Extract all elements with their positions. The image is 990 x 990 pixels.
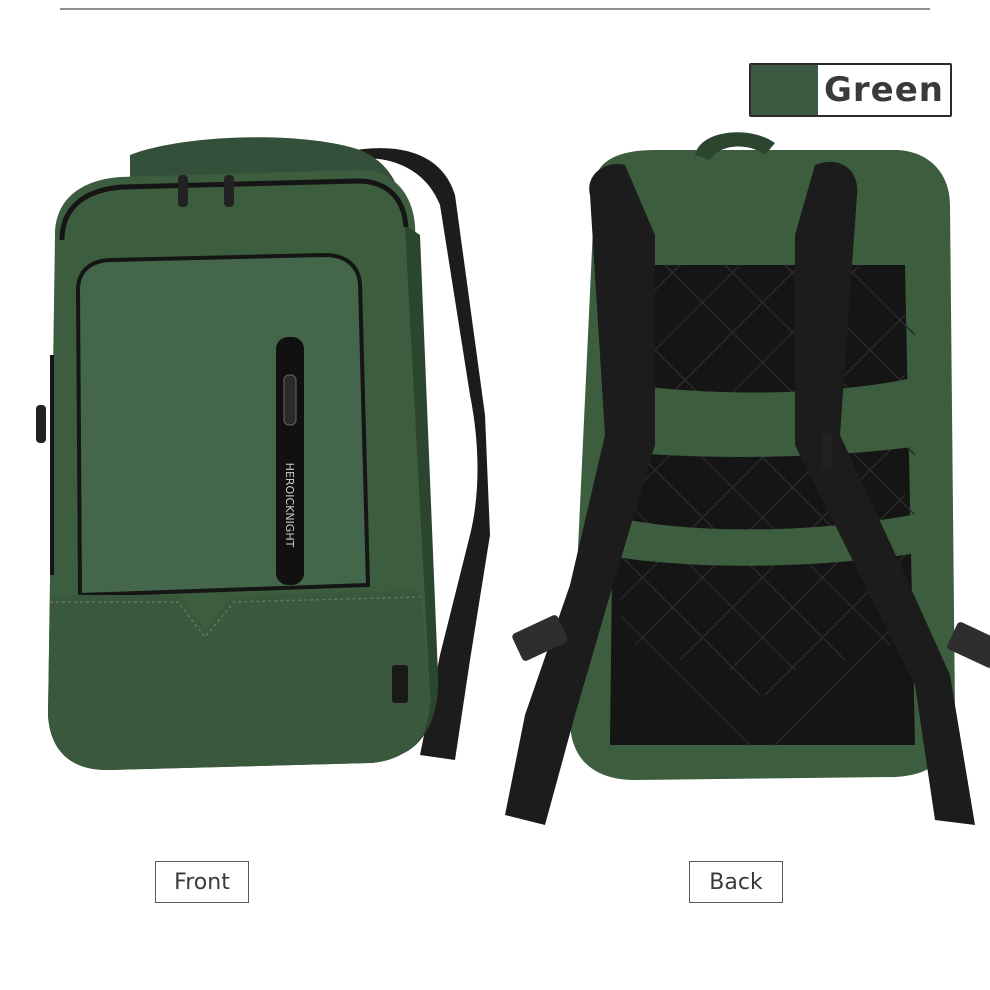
zipper-pull — [224, 175, 234, 207]
brand-text: HEROICKNIGHT — [283, 463, 296, 548]
backpack-front-image: HEROICKNIGHT — [0, 115, 495, 835]
front-pocket — [78, 255, 368, 595]
color-swatch-badge[interactable]: Green — [749, 63, 952, 117]
zipper-pull — [822, 433, 832, 469]
zipper-pull — [36, 405, 46, 443]
vertical-zipper — [276, 337, 304, 585]
bottom-panel — [48, 590, 431, 771]
usb-port — [392, 665, 408, 703]
top-divider — [60, 8, 930, 10]
zipper-pull — [178, 175, 188, 207]
back-view-label: Back — [689, 861, 783, 903]
backpack-back-image — [495, 115, 990, 835]
color-swatch-chip — [751, 65, 818, 115]
front-view-label: Front — [155, 861, 249, 903]
color-name-label: Green — [824, 70, 944, 110]
